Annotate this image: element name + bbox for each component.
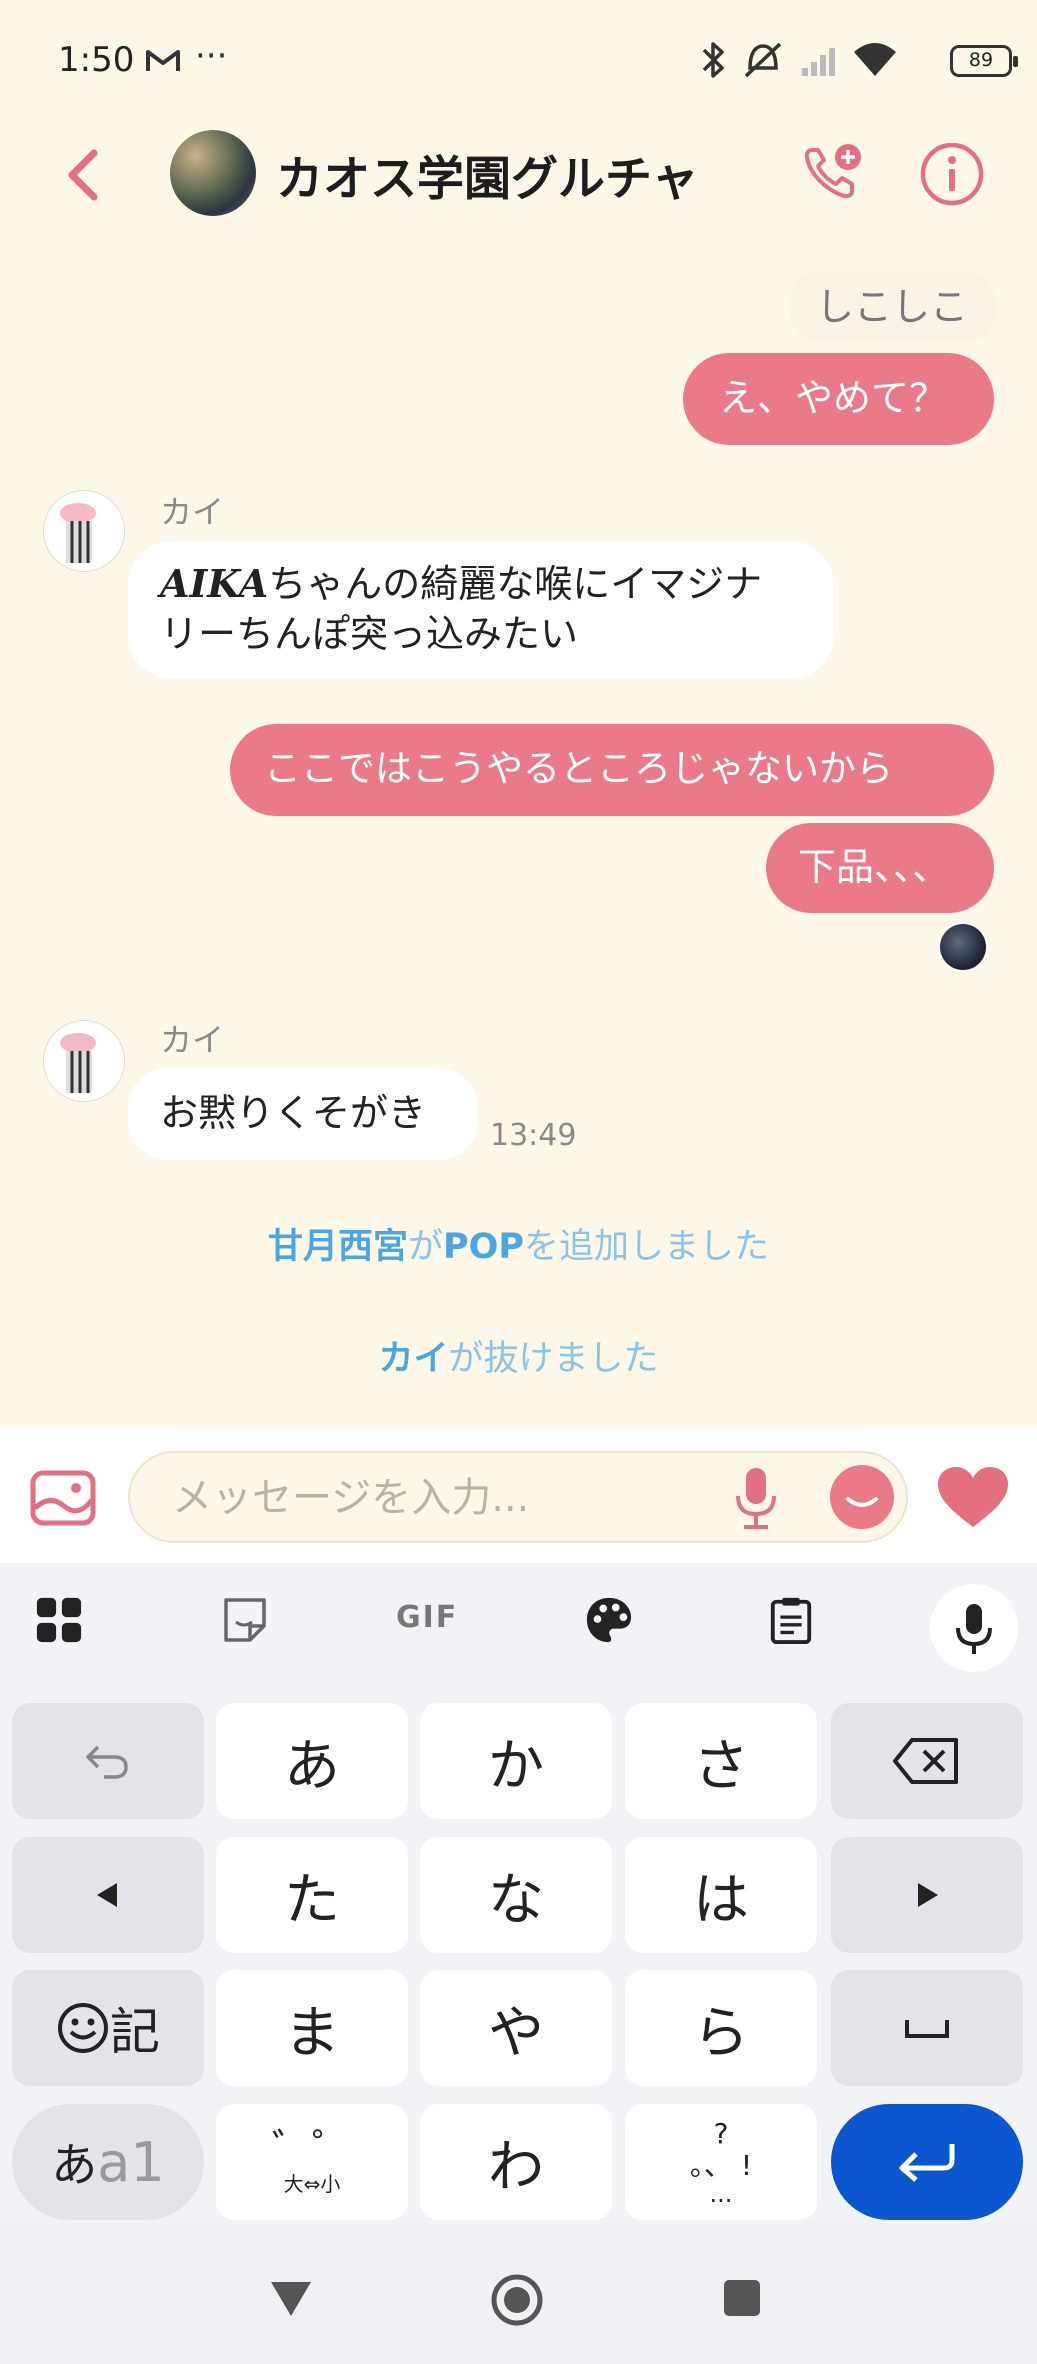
message-input[interactable]: [170, 1469, 734, 1527]
gif-button[interactable]: GIF: [396, 1600, 458, 1635]
microphone-icon: [956, 1604, 992, 1654]
system-actor[interactable]: 甘月西宮: [268, 1227, 408, 1267]
message-text: リーちんぽ突っ込みたい: [160, 612, 579, 656]
heart-icon[interactable]: [936, 1465, 1010, 1529]
nav-home-icon[interactable]: [490, 2273, 544, 2327]
system-text: が: [407, 1227, 443, 1267]
input-mode-key[interactable]: あ a1: [12, 2104, 204, 2220]
avatar-illustration: [60, 1033, 96, 1093]
system-actor[interactable]: カイ: [378, 1339, 448, 1379]
system-target[interactable]: POP: [443, 1227, 524, 1267]
message-input-container[interactable]: [128, 1451, 908, 1543]
voice-message-icon[interactable]: [734, 1466, 778, 1530]
system-text: を追加しました: [524, 1227, 770, 1267]
gmail-icon: [146, 50, 180, 71]
arrow-left-icon: [97, 1883, 117, 1907]
read-receipt-avatar: [940, 924, 986, 970]
enter-icon: [899, 2144, 955, 2182]
emoji-key-label: 記: [110, 2003, 160, 2061]
message-bubble-incoming[interactable]: AIKAちゃんの綺麗な喉にイマジナ リーちんぽ突っ込みたい: [128, 541, 834, 679]
undo-key[interactable]: [12, 1703, 204, 1819]
key-ha[interactable]: は: [625, 1837, 817, 1953]
cursor-right-key[interactable]: [831, 1837, 1023, 1953]
avatar-illustration: [60, 503, 96, 563]
message-text: え、やめて？: [719, 376, 948, 420]
apps-grid-icon[interactable]: [34, 1596, 84, 1644]
status-overflow: ···: [195, 36, 228, 76]
dakuten-label: ゛゜: [272, 2126, 352, 2172]
system-text: が抜けました: [448, 1339, 659, 1379]
sender-name: カイ: [160, 493, 225, 531]
wifi-icon: [854, 43, 896, 76]
mute-vibrate-icon: [744, 42, 782, 78]
signal-icon: [802, 48, 835, 76]
key-a[interactable]: あ: [216, 1703, 408, 1819]
message-bubble-outgoing[interactable]: 下品、、、: [766, 823, 994, 913]
punct-marks: 。、 !: [689, 2149, 753, 2182]
key-ma[interactable]: ま: [216, 1970, 408, 2086]
kai-avatar[interactable]: [43, 1020, 125, 1102]
info-icon[interactable]: [918, 140, 986, 208]
mode-alpha-label: a1: [97, 2130, 165, 2194]
space-icon: [905, 2020, 949, 2038]
space-key[interactable]: [831, 1970, 1023, 2086]
nav-back-icon[interactable]: [268, 2278, 314, 2318]
palette-icon[interactable]: [584, 1596, 634, 1644]
punct-ellipsis: ...: [709, 2180, 733, 2208]
battery-indicator: 89: [950, 45, 1018, 77]
key-ka[interactable]: か: [420, 1703, 612, 1819]
key-ta[interactable]: た: [216, 1837, 408, 1953]
key-ra[interactable]: ら: [625, 1970, 817, 2086]
emoji-symbol-key[interactable]: 記: [12, 1970, 204, 2086]
bluetooth-icon: [702, 42, 724, 78]
status-bar: 1:50 ··· 89: [0, 0, 1037, 120]
emoji-icon: [58, 2003, 108, 2053]
enter-key[interactable]: [831, 2104, 1023, 2220]
message-text: お黙りくそがき: [160, 1091, 427, 1135]
message-bubble-partial[interactable]: しこしこ: [790, 272, 996, 342]
voice-input-button[interactable]: [930, 1584, 1018, 1672]
dakuten-key[interactable]: ゛゜ 大⇔小: [216, 2104, 408, 2220]
punctuation-key[interactable]: ? 。、 ! ...: [625, 2104, 817, 2220]
message-bubble-incoming[interactable]: お黙りくそがき: [128, 1068, 478, 1160]
mode-kana-label: あ: [51, 2138, 98, 2192]
chat-title[interactable]: カオス学園グルチャ: [276, 140, 699, 209]
clipboard-icon[interactable]: [768, 1596, 814, 1644]
punct-question: ?: [713, 2117, 729, 2150]
backspace-key[interactable]: [831, 1703, 1023, 1819]
undo-icon: [86, 1745, 128, 1779]
nav-recents-icon[interactable]: [722, 2278, 762, 2318]
message-text: ちゃんの綺麗な喉にイマジナ: [268, 562, 763, 606]
sticker-icon[interactable]: [222, 1596, 268, 1644]
group-avatar[interactable]: [170, 130, 256, 216]
back-arrow-icon[interactable]: [62, 145, 102, 205]
system-message: カイが抜けました: [0, 1330, 1037, 1381]
message-text: ここではこうやるところじゃないから: [264, 747, 893, 790]
arrow-right-icon: [918, 1883, 938, 1907]
key-na[interactable]: な: [420, 1837, 612, 1953]
battery-level: 89: [968, 49, 994, 71]
message-bubble-outgoing[interactable]: ここではこうやるところじゃないから: [230, 724, 994, 816]
message-timestamp: 13:49: [490, 1118, 577, 1153]
key-sa[interactable]: さ: [625, 1703, 817, 1819]
kai-avatar[interactable]: [43, 490, 125, 572]
add-call-icon[interactable]: [800, 140, 866, 206]
size-toggle-label: 大⇔小: [283, 2172, 341, 2196]
cursor-left-key[interactable]: [12, 1837, 204, 1953]
message-text: 下品、、、: [798, 845, 951, 889]
image-picker-icon[interactable]: [30, 1470, 96, 1526]
sender-name: カイ: [160, 1021, 225, 1059]
key-wa[interactable]: わ: [420, 2104, 612, 2220]
system-message: 甘月西宮がPOPを追加しました: [0, 1218, 1037, 1269]
key-ya[interactable]: や: [420, 1970, 612, 2086]
status-time: 1:50: [58, 40, 135, 80]
message-text-emphasis: AIKA: [160, 561, 269, 606]
smile-icon: [846, 1497, 878, 1507]
backspace-icon: [893, 1738, 958, 1784]
message-text: しこしこ: [816, 285, 969, 329]
message-bubble-outgoing[interactable]: え、やめて？: [683, 353, 994, 445]
sticker-button[interactable]: [830, 1465, 894, 1529]
